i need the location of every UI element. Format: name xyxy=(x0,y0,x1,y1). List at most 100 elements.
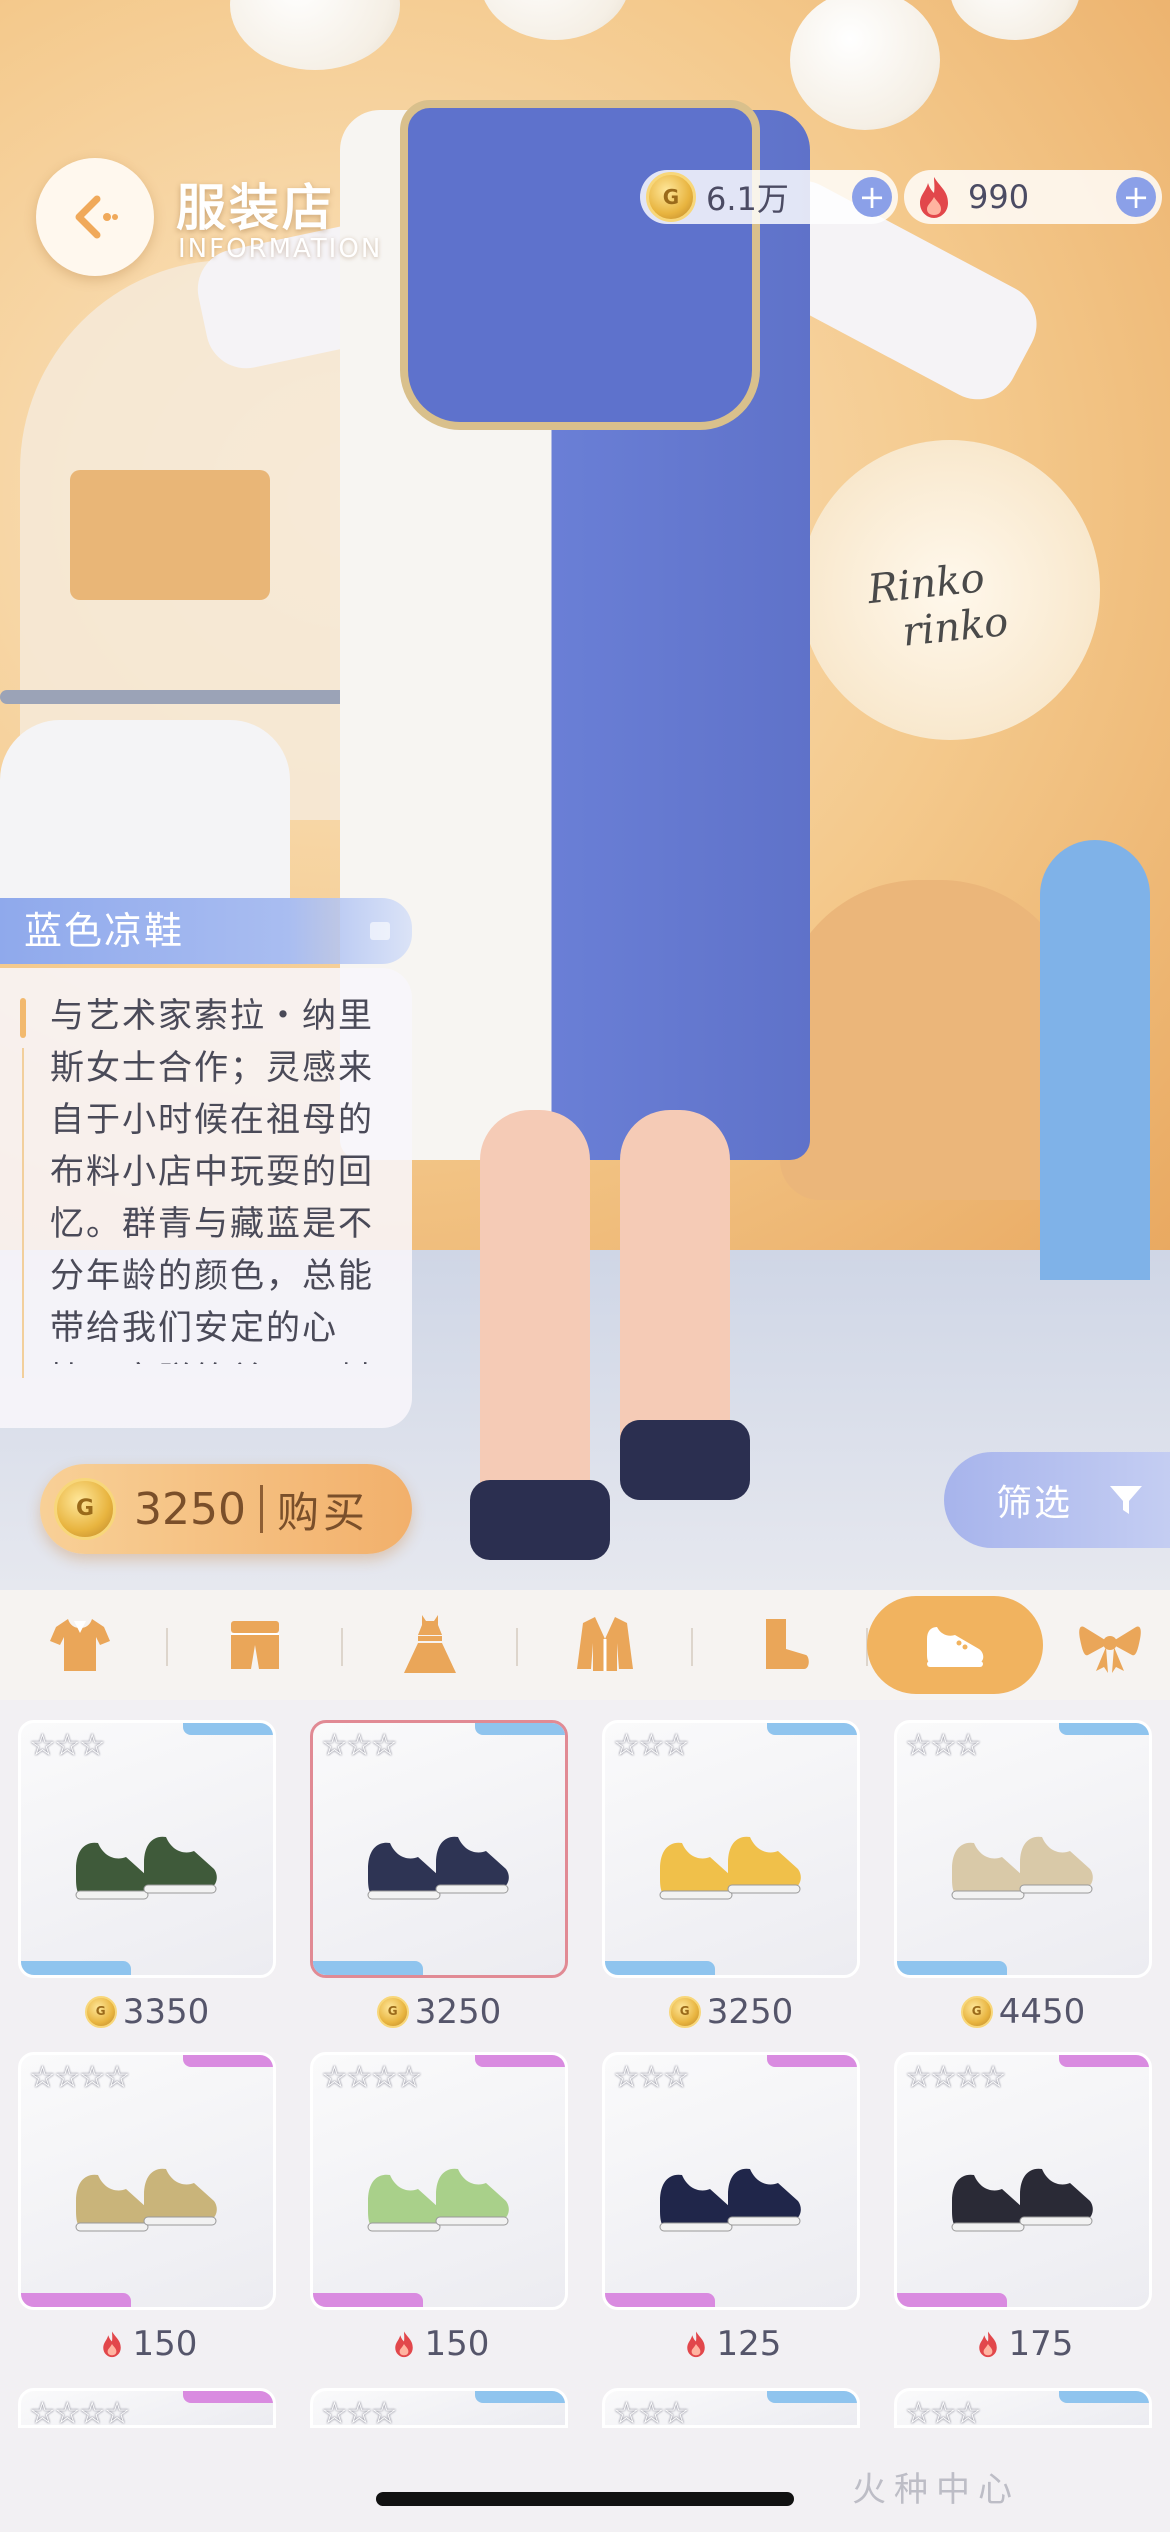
shop-item[interactable]: ☆☆☆☆ 150 xyxy=(18,2052,276,2364)
shop-item[interactable]: ☆☆☆ xyxy=(602,2388,860,2428)
right-sandal xyxy=(620,1420,750,1500)
flame-gem-icon xyxy=(389,2329,425,2359)
funnel-icon xyxy=(1110,1486,1143,1514)
rarity-ribbon xyxy=(767,2055,857,2067)
home-indicator[interactable] xyxy=(376,2492,794,2506)
item-price: G 3350 xyxy=(18,1992,276,2032)
item-card[interactable]: ☆☆☆ xyxy=(310,1720,568,1978)
add-gold-button[interactable]: + xyxy=(852,177,892,217)
item-description-panel[interactable]: 与艺术家索拉・纳里斯女士合作；灵感来自于小时候在祖母的布料小店中玩耍的回忆。群青… xyxy=(0,968,412,1428)
item-price-value: 3350 xyxy=(122,1992,210,2032)
rarity-stars: ☆☆☆☆ xyxy=(905,2060,1007,2095)
cactus-decoration xyxy=(1040,840,1150,1280)
shoe-thumbnail xyxy=(659,2168,801,2232)
rarity-ribbon xyxy=(21,2293,131,2307)
tab-bottoms[interactable] xyxy=(175,1590,343,1700)
rarity-stars: ☆☆☆☆ xyxy=(321,2060,423,2095)
item-grid: ☆☆☆ G 3350 ☆☆☆ G 3250 ☆☆☆ G 3250 ☆☆☆ G 4450 ☆☆☆☆ 150 ☆… xyxy=(0,1702,1170,2532)
shop-item[interactable]: ☆☆☆ G 3250 xyxy=(310,1720,568,2032)
tab-accessories[interactable] xyxy=(1050,1590,1170,1700)
item-card[interactable]: ☆☆☆ xyxy=(18,1720,276,1978)
left-leg xyxy=(480,1110,590,1540)
item-card[interactable]: ☆☆☆ xyxy=(310,2388,568,2428)
item-price-value: 3250 xyxy=(414,1992,502,2032)
item-price: 150 xyxy=(310,2324,568,2364)
shop-item[interactable]: ☆☆☆☆ xyxy=(18,2388,276,2428)
item-card[interactable]: ☆☆☆☆ xyxy=(18,2388,276,2428)
item-card[interactable]: ☆☆☆☆ xyxy=(310,2052,568,2310)
item-card[interactable]: ☆☆☆ xyxy=(602,2052,860,2310)
buy-button[interactable]: G 3250 购买 xyxy=(40,1464,412,1554)
tab-socks[interactable] xyxy=(700,1590,868,1700)
item-price: G 4450 xyxy=(894,1992,1152,2032)
add-gem-button[interactable]: + xyxy=(1116,177,1156,217)
item-price-value: 175 xyxy=(1008,2324,1074,2364)
sock-icon xyxy=(766,1619,809,1669)
tshirt-icon xyxy=(50,1619,110,1671)
rarity-ribbon xyxy=(897,2293,1007,2307)
rarity-ribbon xyxy=(1059,2055,1149,2067)
rarity-stars: ☆☆☆ xyxy=(321,1728,398,1763)
item-price-value: 4450 xyxy=(998,1992,1086,2032)
gold-amount: 6.1万 xyxy=(706,180,789,218)
category-tab-bar xyxy=(0,1590,1170,1700)
flame-gem-icon xyxy=(910,173,958,221)
rarity-ribbon xyxy=(313,1961,423,1975)
item-card[interactable]: ☆☆☆☆ xyxy=(18,2052,276,2310)
rarity-stars: ☆☆☆ xyxy=(321,2396,398,2428)
shoe-thumbnail xyxy=(659,1836,801,1900)
item-price: 150 xyxy=(18,2324,276,2364)
rarity-ribbon xyxy=(475,2055,565,2067)
buy-label: 购买 xyxy=(276,1487,369,1537)
tab-dresses[interactable] xyxy=(350,1590,518,1700)
gold-coin-icon: G xyxy=(646,172,696,222)
rarity-stars: ☆☆☆ xyxy=(905,1728,982,1763)
tab-shoes[interactable] xyxy=(867,1590,1043,1700)
rarity-ribbon xyxy=(475,2391,565,2403)
item-price: G 3250 xyxy=(310,1992,568,2032)
item-name-banner: 蓝色凉鞋 xyxy=(0,898,412,964)
back-button[interactable] xyxy=(36,158,154,276)
filter-button[interactable]: 筛选 xyxy=(944,1452,1170,1548)
divider xyxy=(259,1485,263,1533)
item-price-value: 150 xyxy=(132,2324,198,2364)
pants-icon xyxy=(231,1621,279,1669)
tab-outerwear[interactable] xyxy=(525,1590,693,1700)
item-card[interactable]: ☆☆☆ xyxy=(894,1720,1152,1978)
shop-item[interactable]: ☆☆☆ xyxy=(310,2388,568,2428)
bow-icon xyxy=(1079,1626,1141,1673)
item-price: 125 xyxy=(602,2324,860,2364)
item-card[interactable]: ☆☆☆ xyxy=(602,1720,860,1978)
shop-item[interactable]: ☆☆☆ xyxy=(894,2388,1152,2428)
item-card[interactable]: ☆☆☆☆ xyxy=(894,2052,1152,2310)
rarity-ribbon xyxy=(183,2391,273,2403)
rarity-ribbon xyxy=(21,1961,131,1975)
shop-item[interactable]: ☆☆☆ G 4450 xyxy=(894,1720,1152,2032)
shop-item[interactable]: ☆☆☆ G 3350 xyxy=(18,1720,276,2032)
rarity-stars: ☆☆☆ xyxy=(29,1728,106,1763)
rarity-stars: ☆☆☆ xyxy=(905,2396,982,2428)
shoe-thumbnail xyxy=(951,1836,1093,1900)
item-name: 蓝色凉鞋 xyxy=(24,909,185,953)
shop-item[interactable]: ☆☆☆☆ 150 xyxy=(310,2052,568,2364)
expand-icon xyxy=(370,922,390,940)
rarity-ribbon xyxy=(183,1723,273,1735)
rarity-stars: ☆☆☆☆ xyxy=(29,2060,131,2095)
rarity-ribbon xyxy=(605,1961,715,1975)
flame-gem-icon xyxy=(681,2329,717,2359)
item-card[interactable]: ☆☆☆ xyxy=(894,2388,1152,2428)
shop-item[interactable]: ☆☆☆☆ 175 xyxy=(894,2052,1152,2364)
item-price: G 3250 xyxy=(602,1992,860,2032)
page-subtitle: INFORMATION xyxy=(178,234,383,264)
rarity-stars: ☆☆☆☆ xyxy=(29,2396,131,2428)
tab-tops[interactable] xyxy=(0,1590,168,1700)
shop-item[interactable]: ☆☆☆ 125 xyxy=(602,2052,860,2364)
rarity-stars: ☆☆☆ xyxy=(613,1728,690,1763)
vest xyxy=(400,100,760,430)
shop-item[interactable]: ☆☆☆ G 3250 xyxy=(602,1720,860,2032)
gem-currency-display: 990 + xyxy=(904,170,1162,224)
shoe-thumbnail xyxy=(367,1836,509,1900)
item-price-value: 125 xyxy=(716,2324,782,2364)
shoe-icon xyxy=(927,1627,984,1667)
item-card[interactable]: ☆☆☆ xyxy=(602,2388,860,2428)
